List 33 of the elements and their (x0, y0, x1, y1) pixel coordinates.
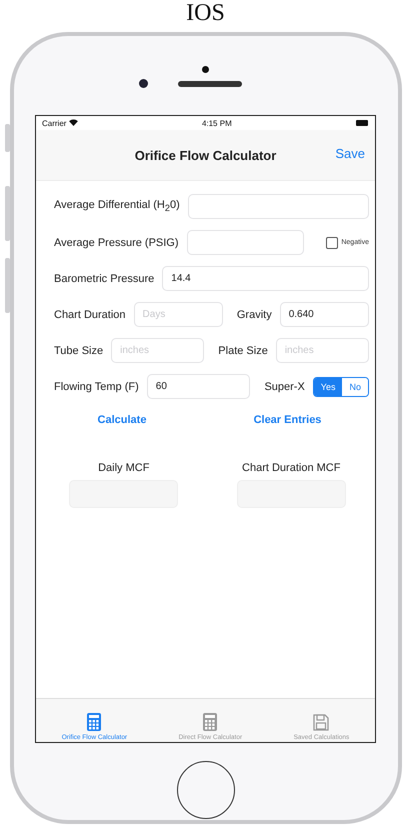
wifi-icon (68, 118, 78, 126)
action-button[interactable]: Calculate (92, 413, 152, 427)
carrier-label: Carrier (42, 118, 78, 128)
field-label: Flowing Temp (F) (54, 380, 139, 392)
field-label: Barometric Pressure (54, 272, 154, 284)
field-label: Chart Duration (54, 308, 126, 320)
save-button[interactable]: Save (331, 144, 369, 163)
input-field[interactable]: 14.4 (162, 266, 369, 291)
sensor-dot (202, 66, 209, 73)
input-field[interactable] (186, 230, 304, 255)
nav-title: Orifice Flow Calculator (134, 148, 276, 162)
battery-icon (356, 120, 369, 126)
camera-lens (139, 79, 148, 88)
speaker-grille (178, 80, 242, 86)
result-label: Daily MCF (98, 462, 150, 474)
status-time: 4:15 PM (202, 118, 232, 128)
segment-option[interactable]: Yes (314, 378, 342, 396)
action-button[interactable]: Clear Entries (248, 413, 328, 427)
calculator-icon (87, 713, 102, 731)
field-label: Tube Size (54, 344, 104, 356)
result-label: Chart Duration MCF (242, 462, 340, 474)
field-label: Average Pressure (PSIG) (54, 236, 179, 248)
input-field[interactable]: 60 (146, 374, 250, 399)
input-field[interactable] (188, 194, 369, 219)
field-label: Average Differential (H$_{2}$0) (54, 199, 180, 214)
field-label: Plate Size (218, 344, 268, 356)
calculator-icon (203, 713, 218, 731)
caption: IOS (186, 0, 225, 26)
input-field[interactable]: 0.640 (280, 302, 370, 327)
field-label: Gravity (236, 308, 272, 320)
checkbox[interactable] (326, 236, 338, 248)
home-button[interactable] (176, 761, 234, 819)
field-label: Super-X (264, 380, 305, 392)
